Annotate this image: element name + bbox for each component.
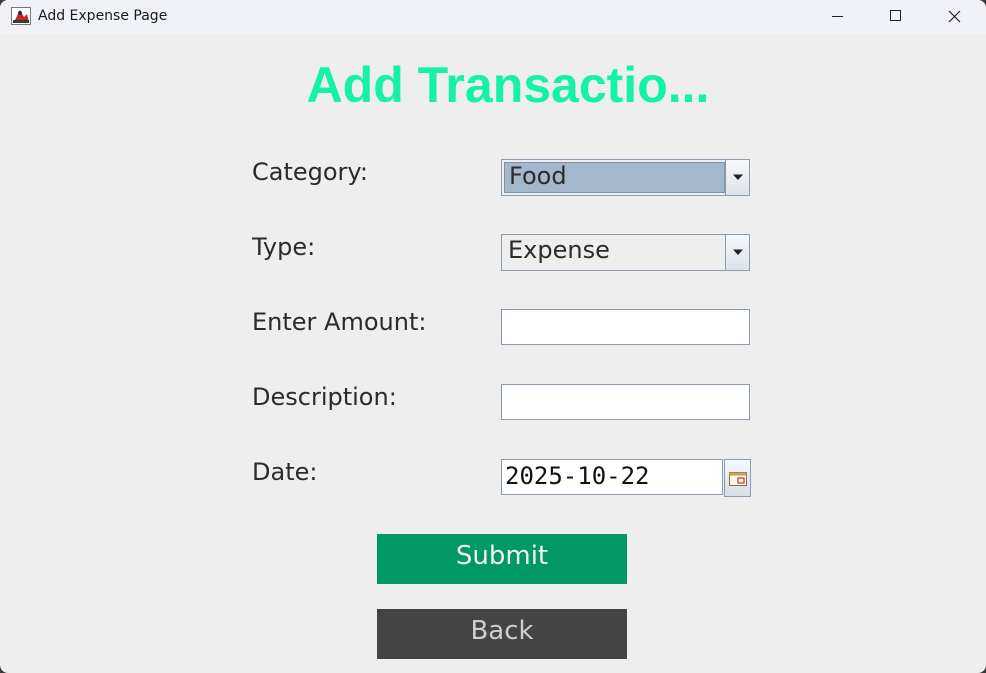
- app-icon: [11, 7, 31, 25]
- add-expense-window: Add Expense Page Add Transactio... Categ…: [0, 0, 986, 673]
- type-dropdown-button[interactable]: [725, 235, 749, 270]
- category-dropdown[interactable]: Food: [501, 159, 750, 196]
- chevron-down-icon: [733, 174, 743, 180]
- amount-input[interactable]: [501, 309, 750, 345]
- maximize-button[interactable]: [866, 0, 924, 34]
- title-bar: Add Expense Page: [0, 0, 986, 34]
- close-button[interactable]: [926, 0, 984, 34]
- description-input[interactable]: [501, 384, 750, 420]
- minimize-icon: [832, 16, 843, 17]
- chevron-down-icon: [733, 249, 743, 255]
- date-label: Date:: [252, 458, 318, 486]
- close-icon: [948, 10, 961, 23]
- back-button[interactable]: Back: [377, 609, 627, 659]
- minimize-button[interactable]: [808, 0, 866, 34]
- calendar-icon: [729, 472, 747, 486]
- type-label: Type:: [252, 233, 316, 261]
- category-dropdown-button[interactable]: [725, 160, 749, 195]
- date-input[interactable]: 2025-10-22: [501, 459, 723, 495]
- category-label: Category:: [252, 158, 368, 186]
- maximize-icon: [890, 10, 901, 21]
- category-selected-value: Food: [504, 162, 725, 193]
- type-dropdown[interactable]: Expense: [501, 234, 750, 271]
- page-heading: Add Transactio...: [306, 57, 710, 113]
- amount-label: Enter Amount:: [252, 308, 427, 336]
- window-title: Add Expense Page: [38, 8, 168, 24]
- submit-button[interactable]: Submit: [377, 534, 627, 584]
- type-selected-value: Expense: [508, 236, 610, 264]
- date-picker-button[interactable]: [724, 459, 751, 497]
- description-label: Description:: [252, 383, 397, 411]
